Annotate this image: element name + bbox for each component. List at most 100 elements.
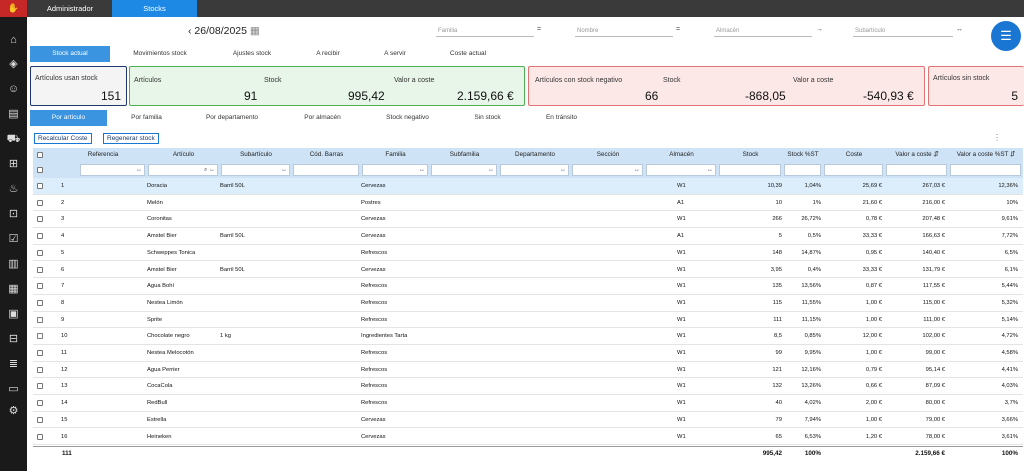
tab-por-familia[interactable]: Por familia xyxy=(108,110,185,126)
more-options-icon[interactable]: ⋮ xyxy=(993,133,1001,142)
table-row[interactable]: 15 Estrella Cervezas W1 79 7,94% 1,00 € 79,00 €… xyxy=(33,412,1023,429)
calendar-icon[interactable]: ▣ xyxy=(0,305,27,323)
filter-input-stock-pct[interactable] xyxy=(784,164,821,176)
row-checkbox[interactable] xyxy=(37,316,43,323)
row-checkbox[interactable] xyxy=(37,266,43,273)
card-stock-negativo[interactable]: Artículos con stock negativo Stock Valor… xyxy=(528,66,925,106)
table-row[interactable]: 13 CocaCola Refrescos W1 132 13,26% 0,66 € 87,0… xyxy=(33,378,1023,396)
row-checkbox[interactable] xyxy=(37,350,43,356)
tab-ajustes-stock[interactable]: Ajustes stock xyxy=(212,46,292,62)
tab-stock-negativo[interactable]: Stock negativo xyxy=(369,110,446,126)
recalcular-coste-button[interactable]: Recalcular Coste xyxy=(34,133,92,144)
row-checkbox[interactable] xyxy=(37,183,43,189)
nombre-filter-op[interactable]: = xyxy=(676,26,680,33)
tab-stocks[interactable]: Stocks xyxy=(112,0,197,17)
row-checkbox[interactable] xyxy=(37,299,43,306)
row-checkbox[interactable] xyxy=(37,433,43,440)
filter-input-almacen[interactable]: ↔ xyxy=(646,164,716,176)
filter-input-departamento[interactable]: ↔ xyxy=(500,164,569,176)
col-header-subarticulo[interactable]: Subartículo xyxy=(220,148,292,162)
table-row[interactable]: 4 Amstel Bier Barril 50L Cervezas A1 5 0,5% 33,… xyxy=(33,228,1023,245)
row-checkbox[interactable] xyxy=(37,416,43,423)
home-icon[interactable]: ⌂ xyxy=(0,31,27,49)
tab-por-departamento[interactable]: Por departamento xyxy=(192,110,272,126)
filter-input-subfamilia[interactable]: ↔ xyxy=(431,164,497,176)
date-selector[interactable]: ‹ 26/08/2025 ▦ xyxy=(188,25,260,37)
app-logo-icon[interactable]: ✋ xyxy=(0,0,27,17)
col-header-subfamilia[interactable]: Subfamilia xyxy=(430,148,499,162)
arrows-icon[interactable]: ↔ xyxy=(281,165,287,176)
menu-button[interactable]: ☰ xyxy=(991,21,1021,51)
card-articulos-sin-stock[interactable]: Artículos sin stock 5 xyxy=(928,66,1024,106)
regenerar-stock-button[interactable]: Regenerar stock xyxy=(103,133,159,144)
row-checkbox[interactable] xyxy=(37,249,43,256)
tab-en-transito[interactable]: En tránsito xyxy=(523,110,600,126)
subarticulo-filter-op[interactable]: ↔ xyxy=(956,26,963,33)
table-row[interactable]: 16 Heineken Cervezas W1 65 6,53% 1,20 € 78,00 €… xyxy=(33,429,1023,446)
table-row[interactable]: 5 Schweppes Tonica Refrescos W1 148 14,87% 0,9… xyxy=(33,245,1023,262)
row-checkbox[interactable] xyxy=(37,400,43,407)
cart-icon[interactable]: ⊞ xyxy=(0,155,27,173)
table-row[interactable]: 11 Nestea Melocotón Refrescos W1 99 9,95% 1,00… xyxy=(33,345,1023,362)
row-checkbox[interactable] xyxy=(37,333,43,340)
users-icon[interactable]: ☺ xyxy=(0,80,27,98)
col-header-almacen[interactable]: Almacén xyxy=(645,148,718,162)
receipt-icon[interactable]: ≣ xyxy=(0,355,27,373)
col-header-coste[interactable]: Coste xyxy=(823,148,885,162)
subarticulo-filter[interactable]: Subartículo xyxy=(853,27,953,37)
document-icon[interactable]: ▭ xyxy=(0,380,27,398)
tab-por-almacen[interactable]: Por almacén xyxy=(284,110,361,126)
factory-icon[interactable]: ▦ xyxy=(0,280,27,298)
chevron-left-icon[interactable]: ‹ xyxy=(188,25,192,37)
row-checkbox[interactable] xyxy=(37,383,43,390)
bar-chart-icon[interactable]: ▥ xyxy=(0,255,27,273)
col-header-familia[interactable]: Familia xyxy=(361,148,430,162)
table-row[interactable]: 14 RedBull Refrescos W1 40 4,02% 2,00 € 80,00 €… xyxy=(33,395,1023,412)
search-icon[interactable]: ⌕ ↔ xyxy=(204,165,215,176)
col-header-articulo[interactable]: Artículo xyxy=(147,148,220,162)
arrows-icon[interactable]: ↔ xyxy=(560,165,566,176)
tab-administrador[interactable]: Administrador xyxy=(28,0,112,17)
tab-sin-stock[interactable]: Sin stock xyxy=(449,110,526,126)
table-row[interactable]: 6 Amstel Bier Barril 50L Cervezas W1 3,95 0,4%… xyxy=(33,262,1023,279)
filter-input-valor-coste[interactable] xyxy=(886,164,947,176)
delivery-icon[interactable]: ⊡ xyxy=(0,205,27,223)
nombre-filter[interactable]: Nombre xyxy=(575,27,673,37)
col-header-departamento[interactable]: Departamento xyxy=(499,148,571,162)
tab-por-articulo[interactable]: Por artículo xyxy=(30,110,107,126)
table-row[interactable]: 9 Sprite Refrescos W1 111 11,15% 1,00 € 111,00 … xyxy=(33,312,1023,329)
table-row[interactable]: 7 Agua Bohí Refrescos W1 135 13,56% 0,87 € 117,… xyxy=(33,278,1023,295)
arrows-icon[interactable]: ↔ xyxy=(419,165,425,176)
table-row[interactable]: 12 Agua Perrier Refrescos W1 121 12,16% 0,79 €… xyxy=(33,362,1023,379)
calendar-icon[interactable]: ▦ xyxy=(250,25,260,37)
filter-input-familia[interactable]: ↔ xyxy=(362,164,428,176)
filter-input-valor-coste-pct[interactable] xyxy=(950,164,1021,176)
filter-input-coste[interactable] xyxy=(824,164,883,176)
table-row[interactable]: 1 Doracia Barril 50L Cervezas W1 10,39 1,04% 25… xyxy=(33,178,1023,195)
familia-filter-op[interactable]: = xyxy=(537,26,541,33)
checklist-icon[interactable]: ☑ xyxy=(0,230,27,248)
familia-filter[interactable]: Familia xyxy=(436,27,534,37)
col-header-valor-coste[interactable]: Valor a coste ⇵ xyxy=(885,148,949,162)
filter-checkbox[interactable] xyxy=(37,167,43,173)
col-header-stock-pct[interactable]: Stock %ST xyxy=(783,148,823,162)
col-header-stock[interactable]: Stock xyxy=(718,148,783,162)
settings-icon[interactable]: ⚙ xyxy=(0,402,27,420)
tab-movimientos-stock[interactable]: Movimientos stock xyxy=(120,46,200,62)
filter-input-stock[interactable] xyxy=(719,164,781,176)
date-value[interactable]: 26/08/2025 xyxy=(194,25,247,37)
card-articulos-usan-stock[interactable]: Artículos usan stock 151 xyxy=(30,66,127,106)
filter-input-articulo[interactable]: ⌕ ↔ xyxy=(148,164,218,176)
filter-input-subarticulo[interactable]: ↔ xyxy=(221,164,290,176)
filter-input-referencia[interactable]: ↔ xyxy=(80,164,145,176)
card-articulos[interactable]: Artículos Stock Valor a coste 91 995,42 … xyxy=(129,66,525,106)
row-checkbox[interactable] xyxy=(37,233,43,240)
table-row[interactable]: 8 Nestea Limón Refrescos W1 115 11,55% 1,00 € 1… xyxy=(33,295,1023,312)
row-checkbox[interactable] xyxy=(37,366,43,373)
arrows-icon[interactable]: ↔ xyxy=(707,165,713,176)
tab-a-servir[interactable]: A servir xyxy=(355,46,435,62)
col-header-cod-barras[interactable]: Cód. Barras xyxy=(292,148,361,162)
truck-icon[interactable]: ⛟ xyxy=(0,130,27,148)
arrows-icon[interactable]: ↔ xyxy=(136,165,142,176)
row-checkbox[interactable] xyxy=(37,216,43,223)
